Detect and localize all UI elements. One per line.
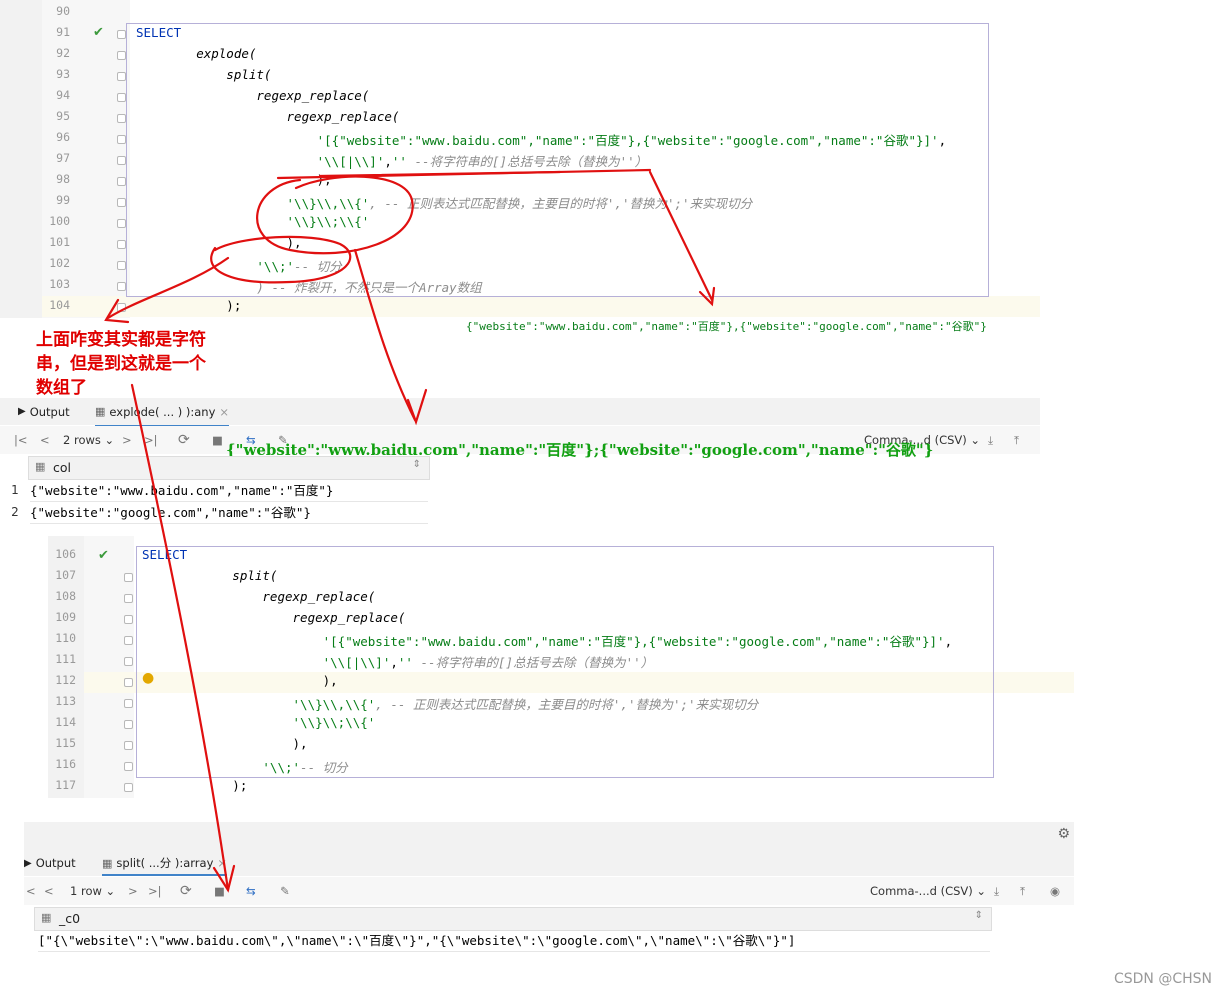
arrow-stroke [130, 383, 230, 892]
arrow-stroke [406, 388, 428, 426]
watermark: CSDN @CHSN [1113, 971, 1212, 987]
arrow-stroke [648, 170, 714, 302]
arrow-stroke [104, 298, 130, 324]
circle-annotation [210, 235, 352, 284]
arrow-stroke [106, 256, 230, 320]
arrow-stroke [353, 248, 417, 422]
annotation-strokes [104, 168, 716, 893]
